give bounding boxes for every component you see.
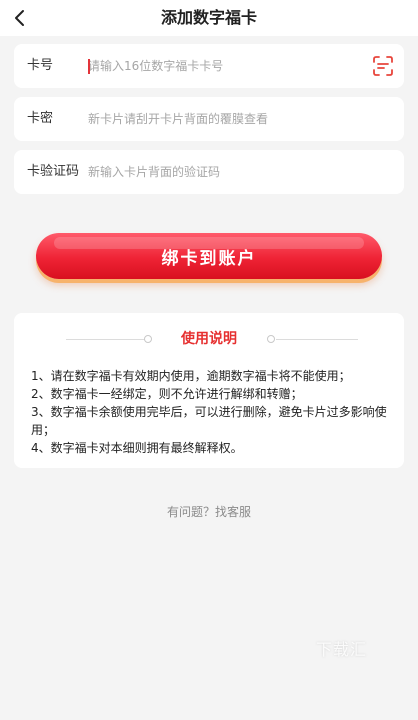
card-password-row: 卡密 [14,97,404,141]
divider-right [276,339,358,340]
text-cursor [88,59,90,74]
page-title: 添加数字福卡 [160,8,257,27]
instruction-item: 1、请在数字福卡有效期内使用，逾期数字福卡将不能使用； [31,369,351,383]
card-number-input[interactable] [88,52,368,80]
scan-icon [373,56,393,76]
button-highlight [54,237,364,249]
card-code-label: 卡验证码 [27,164,80,179]
card-number-row: 卡号 [14,44,404,88]
instruction-item: 4、数字福卡对本细则拥有最终解释权。 [31,441,243,455]
instructions-list: 1、请在数字福卡有效期内使用，逾期数字福卡将不能使用； 2、数字福卡一经绑定，则… [31,367,390,457]
card-number-label: 卡号 [27,58,54,73]
card-password-input[interactable] [88,105,368,133]
scan-button[interactable] [372,55,394,77]
card-code-row: 卡验证码 [14,150,404,194]
bind-card-button[interactable]: 绑卡到账户 [36,233,382,279]
instructions-card: 使用说明 1、请在数字福卡有效期内使用，逾期数字福卡将不能使用； 2、数字福卡一… [14,313,404,468]
customer-service-link[interactable]: 有问题？找客服 [0,503,418,520]
watermark: 下载汇 [316,640,368,659]
divider-dot-right [267,335,275,343]
card-password-label: 卡密 [27,111,54,126]
card-code-input[interactable] [88,158,368,186]
instructions-header: 使用说明 [14,329,404,349]
top-bar: 添加数字福卡 [0,0,418,36]
instruction-item: 3、数字福卡余额使用完毕后，可以进行删除，避免卡片过多影响使用； [31,405,387,437]
instruction-item: 2、数字福卡一经绑定，则不允许进行解绑和转赠； [31,387,303,401]
bind-card-label: 绑卡到账户 [161,248,257,269]
